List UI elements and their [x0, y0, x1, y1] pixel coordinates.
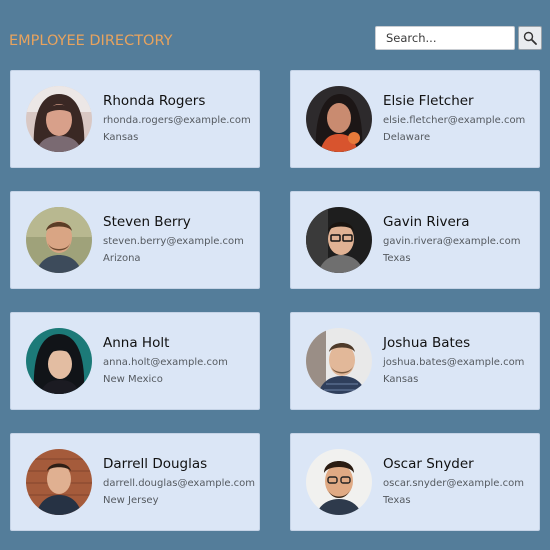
avatar [26, 328, 92, 394]
employee-name: Gavin Rivera [383, 214, 470, 230]
search-input[interactable] [375, 26, 515, 50]
employee-card[interactable]: Elsie Fletcher elsie.fletcher@example.co… [290, 70, 540, 168]
avatar [306, 86, 372, 152]
employee-name: Joshua Bates [383, 335, 471, 351]
employee-email: anna.holt@example.com [103, 357, 228, 368]
employee-location: Texas [383, 495, 411, 506]
employee-email: steven.berry@example.com [103, 236, 244, 247]
page-title: EMPLOYEE DIRECTORY [9, 33, 173, 49]
employee-info: Gavin Rivera gavin.rivera@example.com Te… [383, 212, 520, 266]
employee-email: rhonda.rogers@example.com [103, 115, 251, 126]
avatar [26, 86, 92, 152]
search-bar [375, 26, 542, 50]
avatar [26, 449, 92, 515]
employee-card[interactable]: Anna Holt anna.holt@example.com New Mexi… [10, 312, 260, 410]
employee-name: Oscar Snyder [383, 456, 474, 472]
employee-location: Texas [383, 253, 411, 264]
employee-info: Anna Holt anna.holt@example.com New Mexi… [103, 333, 228, 387]
employee-email: darrell.douglas@example.com [103, 478, 256, 489]
employee-location: Delaware [383, 132, 431, 143]
employee-card[interactable]: Joshua Bates joshua.bates@example.com Ka… [290, 312, 540, 410]
employee-info: Rhonda Rogers rhonda.rogers@example.com … [103, 91, 251, 145]
employee-info: Darrell Douglas darrell.douglas@example.… [103, 454, 255, 508]
employee-name: Darrell Douglas [103, 456, 208, 472]
employee-name: Steven Berry [103, 214, 191, 230]
employee-info: Oscar Snyder oscar.snyder@example.com Te… [383, 454, 524, 508]
avatar [306, 328, 372, 394]
employee-location: Kansas [103, 132, 139, 143]
search-button[interactable] [518, 26, 542, 50]
employee-name: Rhonda Rogers [103, 93, 206, 109]
header: EMPLOYEE DIRECTORY [0, 0, 550, 60]
employee-name: Anna Holt [103, 335, 170, 351]
employee-location: Arizona [103, 253, 141, 264]
employee-email: elsie.fletcher@example.com [383, 115, 526, 126]
avatar [26, 207, 92, 273]
employee-location: Kansas [383, 374, 419, 385]
employee-card[interactable]: Gavin Rivera gavin.rivera@example.com Te… [290, 191, 540, 289]
employee-info: Elsie Fletcher elsie.fletcher@example.co… [383, 91, 525, 145]
employee-info: Joshua Bates joshua.bates@example.com Ka… [383, 333, 524, 387]
employee-location: New Mexico [103, 374, 163, 385]
search-icon [523, 31, 537, 45]
employee-location: New Jersey [103, 495, 159, 506]
employee-name: Elsie Fletcher [383, 93, 474, 109]
avatar [306, 449, 372, 515]
employee-card[interactable]: Steven Berry steven.berry@example.com Ar… [10, 191, 260, 289]
employee-email: oscar.snyder@example.com [383, 478, 524, 489]
employee-card[interactable]: Oscar Snyder oscar.snyder@example.com Te… [290, 433, 540, 531]
avatar [306, 207, 372, 273]
employee-email: joshua.bates@example.com [383, 357, 525, 368]
employee-email: gavin.rivera@example.com [383, 236, 521, 247]
employee-info: Steven Berry steven.berry@example.com Ar… [103, 212, 244, 266]
employee-card[interactable]: Rhonda Rogers rhonda.rogers@example.com … [10, 70, 260, 168]
employee-card[interactable]: Darrell Douglas darrell.douglas@example.… [10, 433, 260, 531]
